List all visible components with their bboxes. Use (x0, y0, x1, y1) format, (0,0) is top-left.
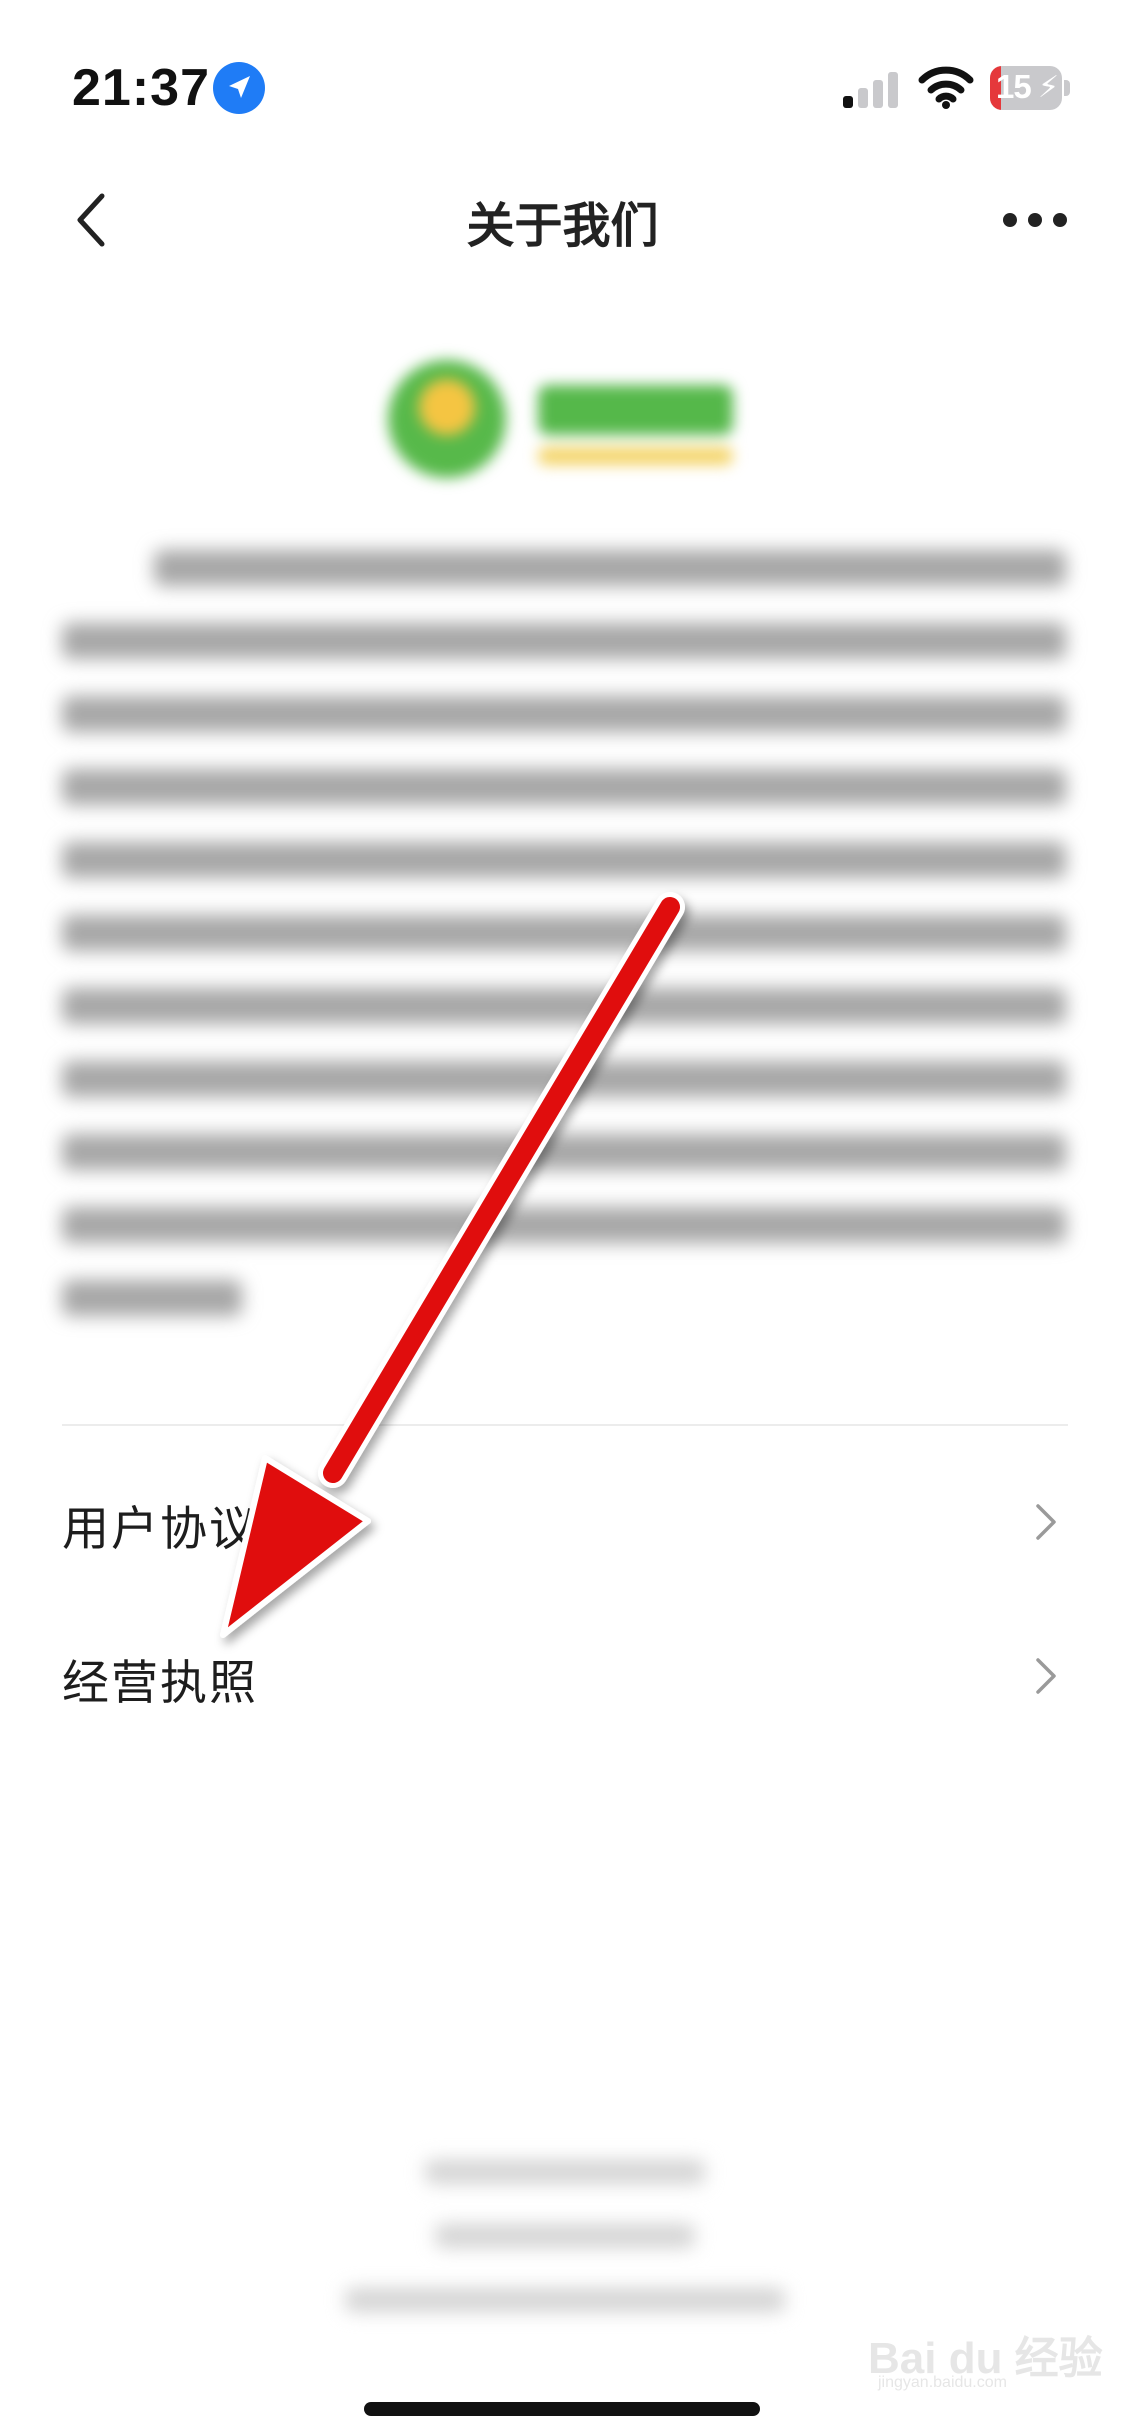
blurred-text-line (62, 915, 1066, 951)
menu-item-label: 用户协议 (62, 1502, 258, 1557)
blurred-text-line (62, 769, 1066, 805)
status-time: 21:37 (72, 59, 210, 117)
location-arrow-icon (213, 62, 265, 114)
intro-paragraph-blurred (62, 550, 1066, 1353)
baidu-watermark: Bai du 经验 jingyan.baidu.com (860, 2302, 1103, 2392)
battery-body: 15 ⚡︎ (990, 66, 1062, 110)
battery-charging-icon: 15 ⚡︎ (990, 66, 1072, 110)
blurred-text-line (62, 842, 1066, 878)
battery-percent: 15 (996, 68, 1032, 105)
more-horizontal-icon (1003, 213, 1067, 227)
app-logo (380, 355, 750, 485)
logo-wordmark (538, 385, 733, 435)
blurred-text-line (154, 550, 1066, 586)
chevron-right-icon (1036, 1658, 1056, 1694)
blurred-text-line (62, 988, 1066, 1024)
wifi-icon (918, 66, 974, 109)
blurred-text-line (62, 696, 1066, 732)
page-title: 关于我们 (466, 198, 659, 254)
blurred-text-line (62, 1207, 1066, 1243)
blurred-text-line (62, 623, 1066, 659)
menu-item-business-license[interactable]: 经营执照 (62, 1614, 1068, 1734)
status-bar: 21:37 15 ⚡︎ (0, 0, 1125, 180)
blurred-text-line (62, 1280, 242, 1316)
more-button[interactable] (1000, 200, 1070, 240)
blurred-footer-line (425, 2160, 705, 2184)
blurred-text-line (62, 1061, 1066, 1097)
nav-bar: 关于我们 (0, 170, 1125, 270)
logo-emblem (388, 360, 506, 478)
cellular-signal-icon (843, 72, 898, 108)
watermark-url: jingyan.baidu.com (878, 2374, 1007, 2391)
home-indicator[interactable] (364, 2402, 760, 2416)
blurred-footer-line (435, 2224, 695, 2248)
menu-item-label: 经营执照 (62, 1656, 258, 1711)
logo-tagline (538, 447, 733, 465)
battery-cap (1064, 80, 1070, 96)
blurred-text-line (62, 1134, 1066, 1170)
footer-blurred (330, 2160, 800, 2352)
blurred-footer-line (345, 2288, 785, 2312)
menu-item-user-agreement[interactable]: 用户协议 (62, 1460, 1068, 1580)
chevron-right-icon (1036, 1504, 1056, 1540)
bolt-icon: ⚡︎ (1038, 70, 1060, 105)
divider (62, 1424, 1068, 1426)
